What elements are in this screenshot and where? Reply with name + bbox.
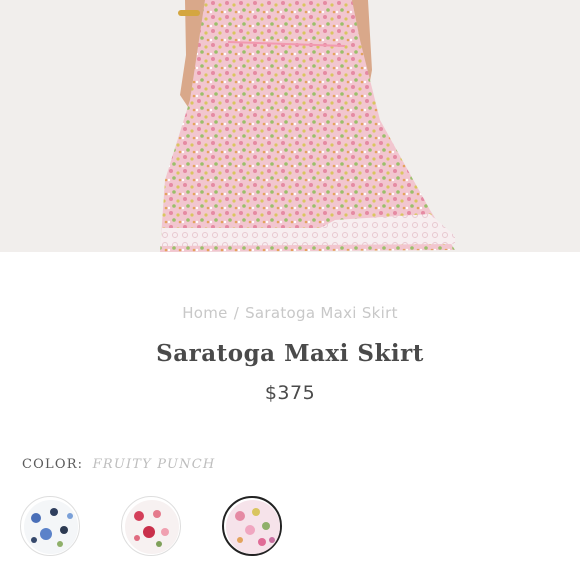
- color-swatch-3[interactable]: [222, 496, 282, 556]
- product-image[interactable]: [0, 0, 580, 252]
- breadcrumb-current: Saratoga Maxi Skirt: [245, 304, 398, 322]
- red-floral-swatch-image: [125, 500, 179, 554]
- skirt-photo: [0, 0, 580, 252]
- color-option-label: COLOR: FRUITY PUNCH: [22, 457, 215, 472]
- product-title: Saratoga Maxi Skirt: [156, 340, 424, 367]
- breadcrumb-home-link[interactable]: Home: [182, 304, 228, 322]
- color-swatch-1[interactable]: [20, 496, 80, 556]
- product-price: $375: [264, 382, 316, 404]
- color-label-text: COLOR:: [22, 457, 84, 472]
- selected-color-name: FRUITY PUNCH: [92, 457, 216, 472]
- breadcrumb-separator: /: [233, 304, 240, 322]
- fruity-punch-swatch-image: [226, 500, 280, 554]
- breadcrumb: Home / Saratoga Maxi Skirt: [0, 304, 580, 322]
- blue-floral-swatch-image: [24, 500, 78, 554]
- color-swatches: [0, 494, 580, 558]
- color-swatch-2[interactable]: [121, 496, 181, 556]
